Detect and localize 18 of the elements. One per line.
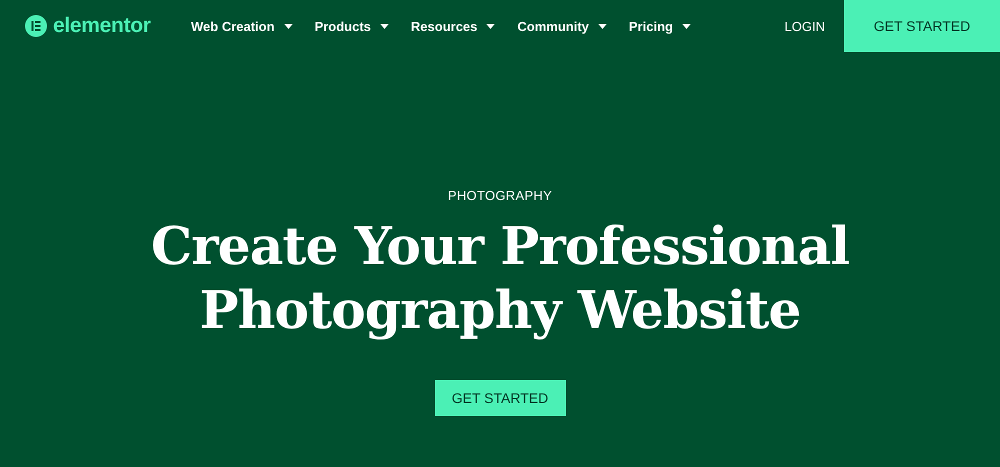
caret-icon: [284, 24, 293, 28]
caret-icon: [598, 24, 607, 28]
caret-icon: [682, 24, 691, 28]
hero-heading: Photography Website: [200, 279, 800, 343]
caret-icon: [380, 24, 389, 28]
get-started-button[interactable]: GET STARTED: [844, 0, 1000, 52]
nav-menu-item[interactable]: Pricing: [628, 18, 691, 34]
nav-menu-item[interactable]: Community: [517, 18, 607, 34]
login-link[interactable]: LOGIN: [784, 18, 825, 34]
caret-icon: [486, 24, 496, 28]
category-label: PHOTOGRAPHY: [448, 188, 552, 203]
get-started-button[interactable]: GET STARTED: [434, 380, 566, 416]
logo-icon: [25, 15, 47, 37]
nav-menu-item[interactable]: Resources: [410, 18, 496, 34]
hero-heading: Create Your Professional: [150, 215, 850, 279]
logo-wordmark[interactable]: elementor: [53, 14, 151, 38]
nav-menu-item[interactable]: Products: [314, 18, 389, 34]
nav-menu-item[interactable]: Web Creation: [191, 18, 293, 34]
